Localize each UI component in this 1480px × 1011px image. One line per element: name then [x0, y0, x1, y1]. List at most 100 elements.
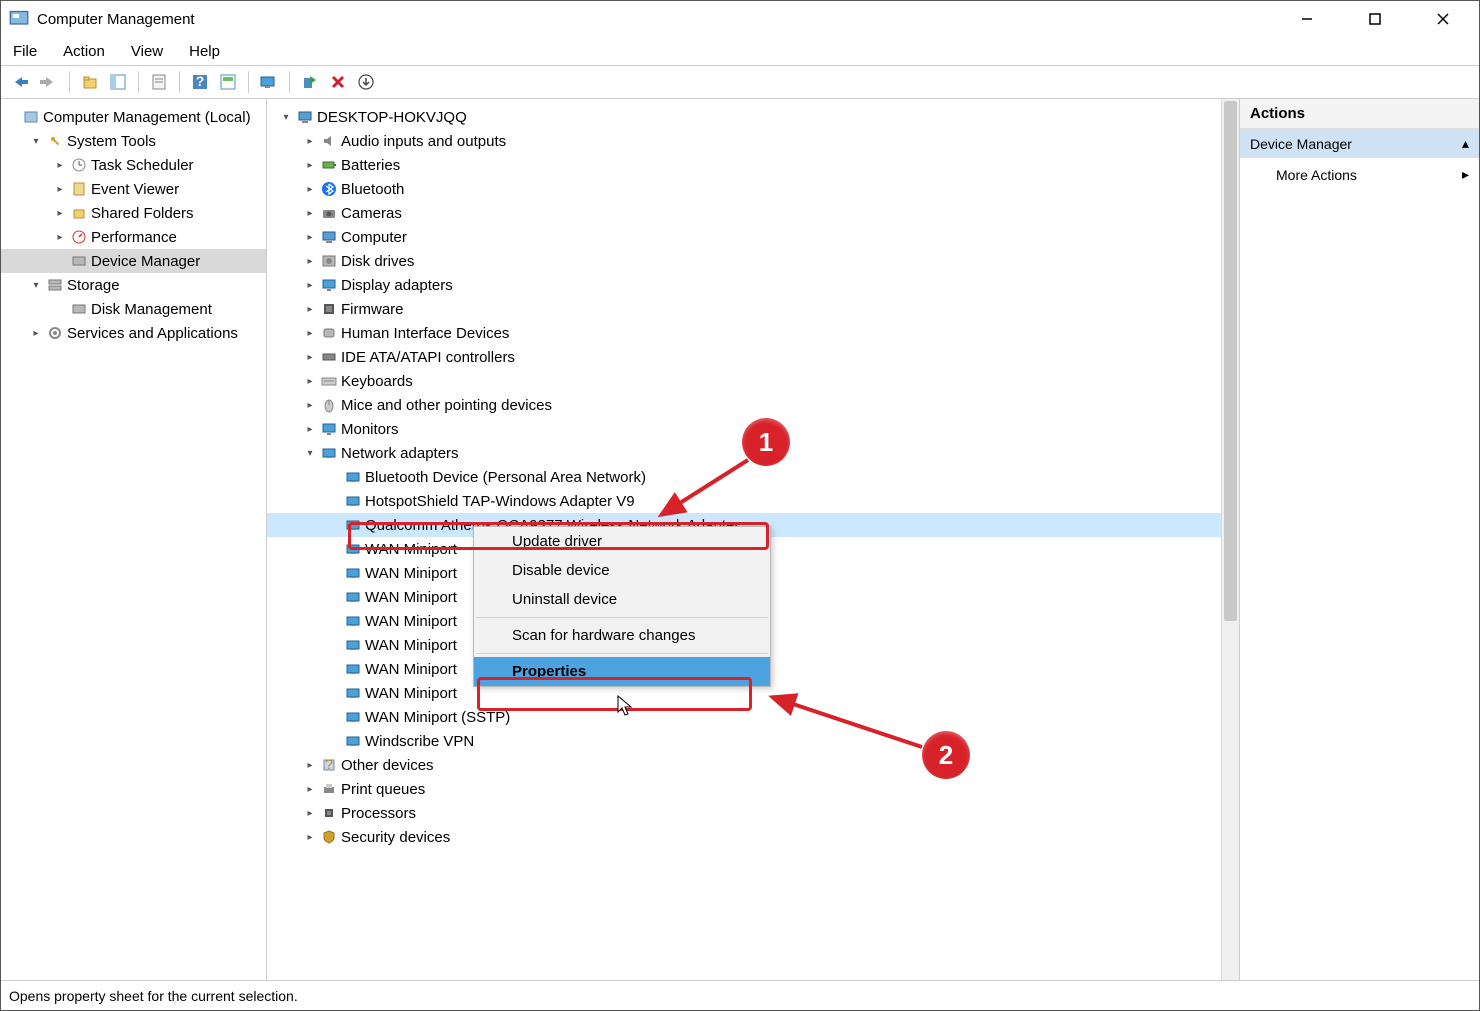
expand-icon[interactable]: ▸	[303, 232, 317, 243]
expand-icon[interactable]: ▸	[303, 808, 317, 819]
action-button[interactable]	[216, 70, 240, 94]
tree-label: Task Scheduler	[91, 157, 194, 174]
menu-view[interactable]: View	[131, 43, 163, 60]
tree-label: Bluetooth	[341, 181, 404, 198]
expand-icon[interactable]: ▸	[303, 784, 317, 795]
tree-label: Event Viewer	[91, 181, 179, 198]
expand-icon[interactable]: ▸	[53, 208, 67, 219]
tree-row[interactable]: ▸Performance	[1, 225, 266, 249]
menu-action[interactable]: Action	[63, 43, 105, 60]
menu-help[interactable]: Help	[189, 43, 220, 60]
display-icon	[321, 277, 337, 293]
expand-icon[interactable]: ▸	[29, 328, 43, 339]
net-icon	[321, 445, 337, 461]
up-button[interactable]	[78, 70, 102, 94]
expand-icon[interactable]: ▸	[303, 760, 317, 771]
tree-row[interactable]: ▸Mice and other pointing devices	[267, 393, 1239, 417]
annotation-badge-1: 1	[742, 418, 790, 466]
expand-icon[interactable]: ▸	[303, 424, 317, 435]
properties-button[interactable]	[147, 70, 171, 94]
actions-more[interactable]: More Actions ▸	[1240, 158, 1479, 191]
tree-row[interactable]: ▸Services and Applications	[1, 321, 266, 345]
tree-row[interactable]: ▸Device Manager	[1, 249, 266, 273]
expand-icon[interactable]: ▸	[53, 232, 67, 243]
tree-row[interactable]: ▸?Other devices	[267, 753, 1239, 777]
ctx-scan-hardware[interactable]: Scan for hardware changes	[474, 621, 770, 650]
expand-icon[interactable]: ▸	[303, 832, 317, 843]
expand-icon[interactable]: ▸	[303, 328, 317, 339]
expand-icon[interactable]: ▸	[53, 184, 67, 195]
ctx-properties[interactable]: Properties	[474, 657, 770, 686]
expand-icon[interactable]: ▸	[303, 304, 317, 315]
tree-row[interactable]: ▾System Tools	[1, 129, 266, 153]
tree-label: WAN Miniport	[365, 637, 457, 654]
expand-icon[interactable]: ▸	[303, 256, 317, 267]
console-tree[interactable]: ▸Computer Management (Local)▾System Tool…	[1, 99, 267, 980]
vertical-scrollbar[interactable]	[1221, 99, 1239, 980]
expand-icon[interactable]: ▸	[303, 352, 317, 363]
collapse-icon[interactable]: ▾	[303, 448, 317, 459]
scan-hardware-button[interactable]	[257, 70, 281, 94]
net-icon	[345, 637, 361, 653]
tree-label: WAN Miniport	[365, 661, 457, 678]
tree-row[interactable]: ▸Batteries	[267, 153, 1239, 177]
actions-section[interactable]: Device Manager ▴	[1240, 129, 1479, 158]
ctx-update-driver[interactable]: Update driver	[474, 527, 770, 556]
tree-row[interactable]: ▸Firmware	[267, 297, 1239, 321]
minimize-button[interactable]	[1287, 4, 1327, 34]
expand-icon[interactable]: ▸	[303, 400, 317, 411]
tree-label: WAN Miniport	[365, 565, 457, 582]
tree-row[interactable]: ▸Windscribe VPN	[267, 729, 1239, 753]
maximize-button[interactable]	[1355, 4, 1395, 34]
expand-icon[interactable]: ▸	[303, 208, 317, 219]
tree-row[interactable]: ▸Computer	[267, 225, 1239, 249]
tree-row[interactable]: ▸Bluetooth Device (Personal Area Network…	[267, 465, 1239, 489]
tree-row[interactable]: ▸Print queues	[267, 777, 1239, 801]
tree-row[interactable]: ▸Cameras	[267, 201, 1239, 225]
tree-row[interactable]: ▸Human Interface Devices	[267, 321, 1239, 345]
tree-row[interactable]: ▸Security devices	[267, 825, 1239, 849]
collapse-icon[interactable]: ▾	[29, 136, 43, 147]
device-tree-pane[interactable]: ▾DESKTOP-HOKVJQQ▸Audio inputs and output…	[267, 99, 1239, 980]
tree-row[interactable]: ▸Keyboards	[267, 369, 1239, 393]
update-driver-button[interactable]	[354, 70, 378, 94]
expand-icon[interactable]: ▸	[303, 184, 317, 195]
enable-button[interactable]	[298, 70, 322, 94]
expand-icon[interactable]: ▸	[303, 160, 317, 171]
tree-row[interactable]: ▸ Bluetooth	[267, 177, 1239, 201]
expand-icon[interactable]: ▸	[303, 376, 317, 387]
forward-button[interactable]	[37, 70, 61, 94]
tree-row[interactable]: ▸Computer Management (Local)	[1, 105, 266, 129]
tree-row[interactable]: ▸ Task Scheduler	[1, 153, 266, 177]
back-button[interactable]	[9, 70, 33, 94]
tree-row[interactable]: ▸Disk drives	[267, 249, 1239, 273]
show-hide-button[interactable]	[106, 70, 130, 94]
fw-icon	[321, 301, 337, 317]
tree-row[interactable]: ▾DESKTOP-HOKVJQQ	[267, 105, 1239, 129]
tree-row[interactable]: ▾Storage	[1, 273, 266, 297]
collapse-icon[interactable]: ▾	[29, 280, 43, 291]
tree-row[interactable]: ▸Disk Management	[1, 297, 266, 321]
content-area: ▸Computer Management (Local)▾System Tool…	[1, 99, 1479, 980]
expand-icon[interactable]: ▸	[53, 160, 67, 171]
tree-row[interactable]: ▸ Event Viewer	[1, 177, 266, 201]
expand-icon[interactable]: ▸	[303, 280, 317, 291]
tree-label: Bluetooth Device (Personal Area Network)	[365, 469, 646, 486]
tree-row[interactable]: ▸Audio inputs and outputs	[267, 129, 1239, 153]
close-button[interactable]	[1423, 4, 1463, 34]
uninstall-button[interactable]	[326, 70, 350, 94]
tree-row[interactable]: ▸WAN Miniport (SSTP)	[267, 705, 1239, 729]
expand-icon[interactable]: ▸	[303, 136, 317, 147]
tree-label: WAN Miniport	[365, 589, 457, 606]
help-button[interactable]: ?	[188, 70, 212, 94]
tree-row[interactable]: ▸IDE ATA/ATAPI controllers	[267, 345, 1239, 369]
menu-file[interactable]: File	[13, 43, 37, 60]
collapse-icon[interactable]: ▾	[279, 112, 293, 123]
tree-row[interactable]: ▸Shared Folders	[1, 201, 266, 225]
ide-icon	[321, 349, 337, 365]
tree-row[interactable]: ▸HotspotShield TAP-Windows Adapter V9	[267, 489, 1239, 513]
ctx-disable-device[interactable]: Disable device	[474, 556, 770, 585]
tree-row[interactable]: ▸Processors	[267, 801, 1239, 825]
ctx-uninstall-device[interactable]: Uninstall device	[474, 585, 770, 614]
tree-row[interactable]: ▸Display adapters	[267, 273, 1239, 297]
